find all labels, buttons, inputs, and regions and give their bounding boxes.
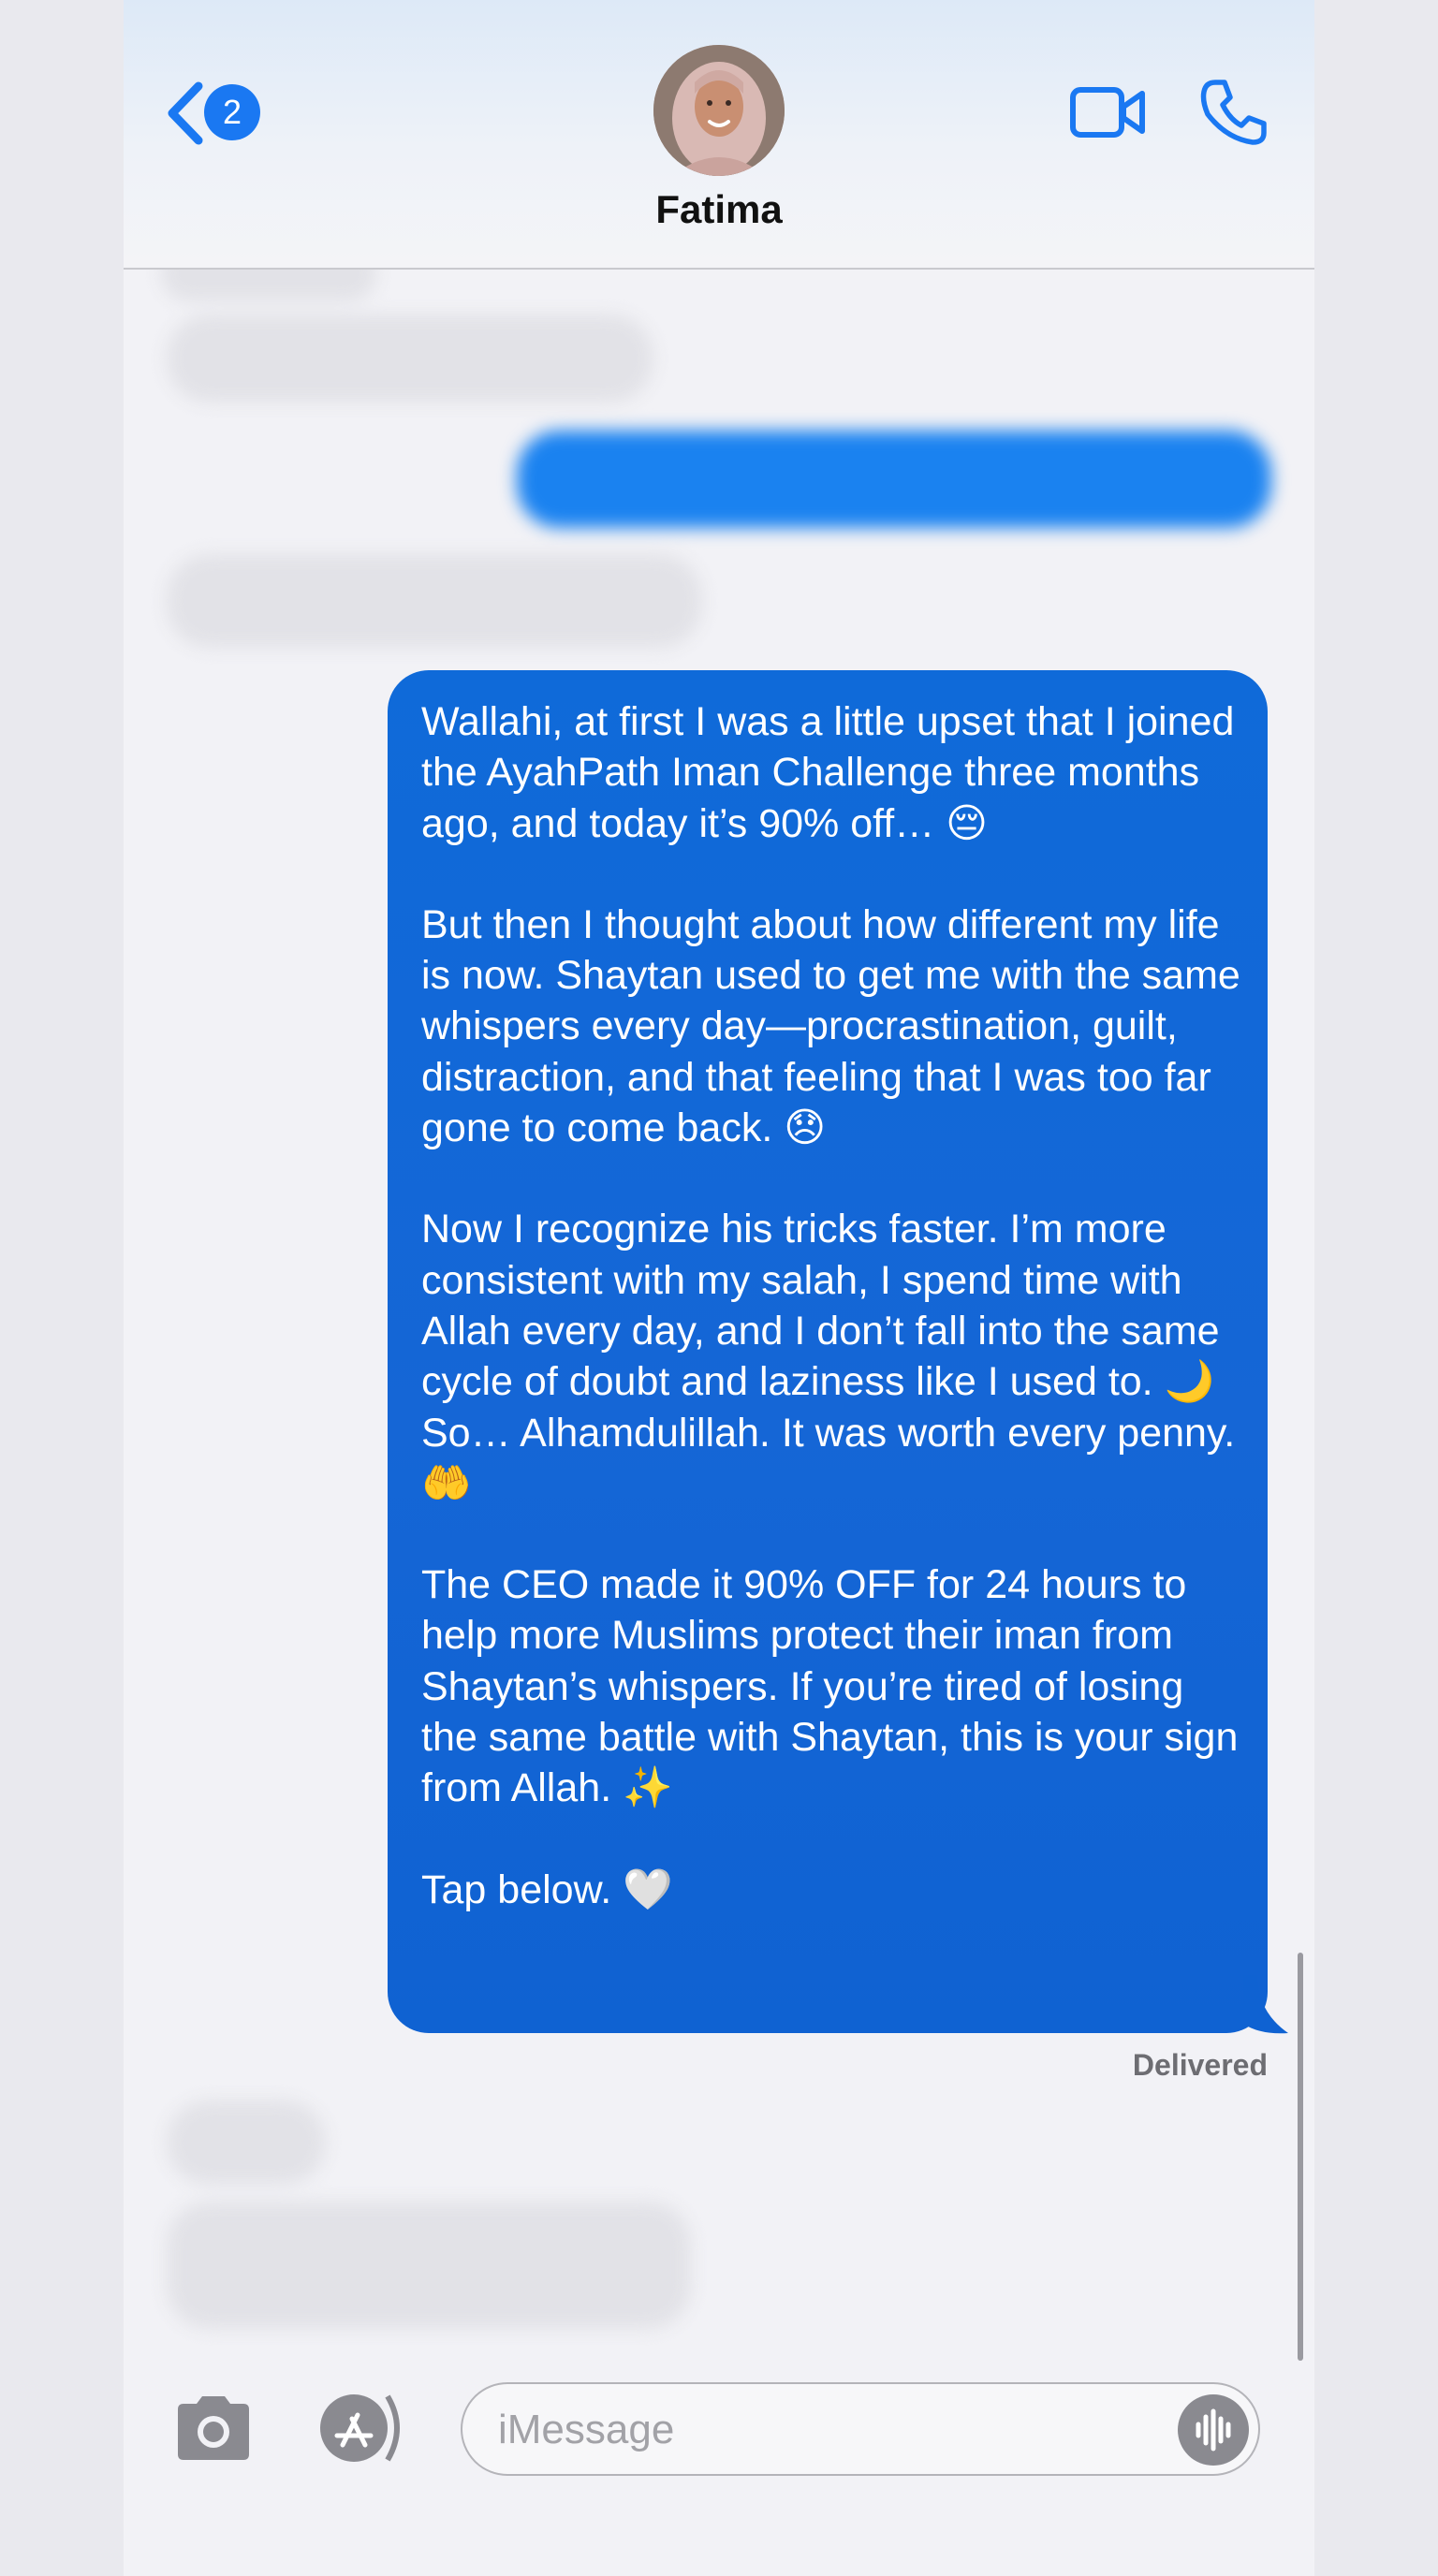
waveform-icon: [1196, 2408, 1231, 2452]
unread-badge: 2: [204, 84, 260, 140]
blurred-bubble: [167, 315, 653, 402]
message-paragraph: So… Alhamdulillah. It was worth every pe…: [421, 1410, 1236, 1506]
messages-screen: 2 Fatima Wallahi, at first I was a littl…: [124, 0, 1314, 2576]
audio-call-button[interactable]: [1198, 77, 1269, 148]
message-paragraph: Tap below. 🤍: [421, 1866, 673, 1912]
message-paragraph: Now I recognize his tricks faster. I’m m…: [421, 1207, 1220, 1405]
blurred-bubble: [167, 2100, 326, 2185]
avatar[interactable]: [653, 45, 785, 176]
back-button[interactable]: 2: [161, 80, 264, 146]
camera-button[interactable]: [170, 2393, 257, 2464]
blurred-bubble: [517, 431, 1271, 528]
video-camera-icon: [1070, 87, 1145, 138]
message-paragraph: The CEO made it 90% OFF for 24 hours to …: [421, 1562, 1239, 1811]
delivery-status: Delivered: [1132, 2048, 1268, 2082]
conversation-header: 2 Fatima: [124, 0, 1314, 270]
app-store-icon: [320, 2394, 400, 2462]
blurred-bubble: [167, 2202, 691, 2329]
contact-photo: [653, 45, 785, 176]
message-input-container: [461, 2382, 1260, 2476]
phone-icon: [1200, 80, 1267, 145]
camera-icon: [178, 2396, 249, 2460]
scrollbar[interactable]: [1298, 1953, 1303, 2361]
message-paragraph: But then I thought about how different m…: [421, 901, 1240, 1151]
voice-message-button[interactable]: [1178, 2394, 1249, 2466]
bubble-tail: [1243, 1975, 1288, 2034]
app-store-button[interactable]: [313, 2393, 414, 2464]
chevron-left-icon: [168, 81, 203, 145]
message-paragraph: Wallahi, at first I was a little upset t…: [421, 699, 1235, 846]
blurred-bubble: [167, 554, 702, 648]
contact-name[interactable]: Fatima: [532, 187, 906, 232]
facetime-video-button[interactable]: [1069, 82, 1148, 142]
message-input[interactable]: [496, 2401, 1137, 2459]
outgoing-message-bubble[interactable]: Wallahi, at first I was a little upset t…: [388, 670, 1268, 2033]
